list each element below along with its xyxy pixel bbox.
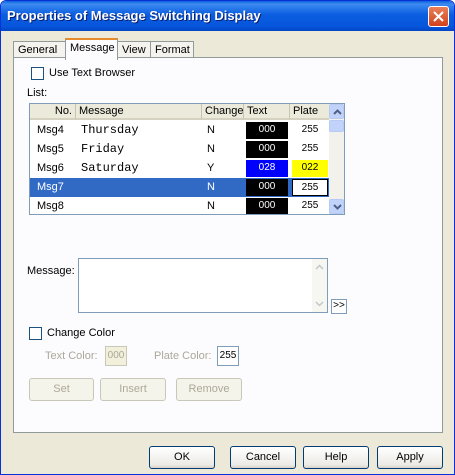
message-label: Message: <box>27 265 75 277</box>
use-text-browser-label: Use Text Browser <box>49 67 135 79</box>
cell-message: Thursday <box>81 123 139 137</box>
cell-change: N <box>207 200 215 212</box>
table-row[interactable]: Msg8 N 000 255 <box>30 197 330 214</box>
table-row[interactable]: Msg5 Friday N 000 255 <box>30 140 330 159</box>
cell-plate-color: 255 <box>292 122 328 139</box>
scroll-thumb[interactable] <box>329 120 344 132</box>
cell-no: Msg7 <box>37 181 64 193</box>
text-color-swatch[interactable]: 000 <box>105 346 127 366</box>
cell-plate-color: 022 <box>292 160 328 177</box>
cell-plate-color: 255 <box>292 141 328 158</box>
expand-message-button[interactable]: >> <box>331 299 347 314</box>
plate-color-label: Plate Color: <box>154 350 212 362</box>
col-header-change[interactable]: Change <box>202 104 244 120</box>
remove-button[interactable]: Remove <box>176 378 242 401</box>
list-scrollbar[interactable] <box>329 104 344 214</box>
cell-message <box>78 178 202 197</box>
table-row[interactable]: Msg4 Thursday N 000 255 <box>30 121 330 140</box>
use-text-browser-checkbox[interactable] <box>31 67 44 80</box>
chevron-down-icon <box>333 204 342 210</box>
message-scrollbar[interactable] <box>312 259 327 312</box>
ok-button[interactable]: OK <box>149 446 215 469</box>
cell-plate-color: 255 <box>292 179 328 196</box>
cell-text-color: 000 <box>246 179 288 196</box>
chevron-up-icon <box>315 264 324 270</box>
cell-message: Saturday <box>81 161 139 175</box>
table-row[interactable]: Msg6 Saturday Y 028 022 <box>30 159 330 178</box>
set-button[interactable]: Set <box>29 378 94 401</box>
list-header: No. Message Change Text Plate <box>30 104 330 120</box>
col-header-no[interactable]: No. <box>30 104 76 120</box>
window-title: Properties of Message Switching Display <box>7 8 261 23</box>
cell-text-color: 000 <box>246 141 288 158</box>
list-label: List: <box>27 87 48 99</box>
change-color-checkbox[interactable] <box>29 327 42 340</box>
cell-change: N <box>207 181 215 193</box>
scroll-down-button[interactable] <box>329 199 344 214</box>
cell-text-color: 000 <box>246 122 288 139</box>
change-color-label: Change Color <box>47 327 115 339</box>
col-header-text[interactable]: Text <box>244 104 290 120</box>
cell-change: N <box>207 143 215 155</box>
cell-message: Friday <box>81 142 125 156</box>
text-color-label: Text Color: <box>45 350 98 362</box>
cell-change: N <box>207 124 215 136</box>
cell-no: Msg6 <box>37 162 64 174</box>
insert-button[interactable]: Insert <box>100 378 166 401</box>
message-textarea[interactable] <box>78 258 328 313</box>
chevron-up-icon <box>333 109 342 115</box>
table-row-selected[interactable]: Msg7 N 000 255 <box>30 178 330 197</box>
tab-message[interactable]: Message <box>65 38 118 60</box>
chevron-down-icon <box>315 301 324 307</box>
cell-text-color: 028 <box>246 160 288 177</box>
title-bar: Properties of Message Switching Display <box>1 1 454 31</box>
cell-change: Y <box>207 162 215 174</box>
scroll-up-button[interactable] <box>329 104 344 119</box>
message-list[interactable]: No. Message Change Text Plate Msg4 Thurs… <box>29 103 345 215</box>
close-button[interactable] <box>428 6 449 27</box>
properties-dialog: Properties of Message Switching Display … <box>0 0 455 475</box>
apply-button[interactable]: Apply <box>377 446 443 469</box>
cell-text-color: 000 <box>246 198 288 214</box>
col-header-plate[interactable]: Plate <box>290 104 330 120</box>
cell-no: Msg5 <box>37 143 64 155</box>
col-header-message[interactable]: Message <box>76 104 202 120</box>
plate-color-swatch[interactable]: 255 <box>217 346 239 366</box>
close-icon <box>433 11 444 22</box>
cell-plate-color: 255 <box>292 198 328 214</box>
help-button[interactable]: Help <box>303 446 369 469</box>
cancel-button[interactable]: Cancel <box>230 446 296 469</box>
cell-no: Msg8 <box>37 200 64 212</box>
cell-no: Msg4 <box>37 124 64 136</box>
cell-message <box>78 197 202 214</box>
